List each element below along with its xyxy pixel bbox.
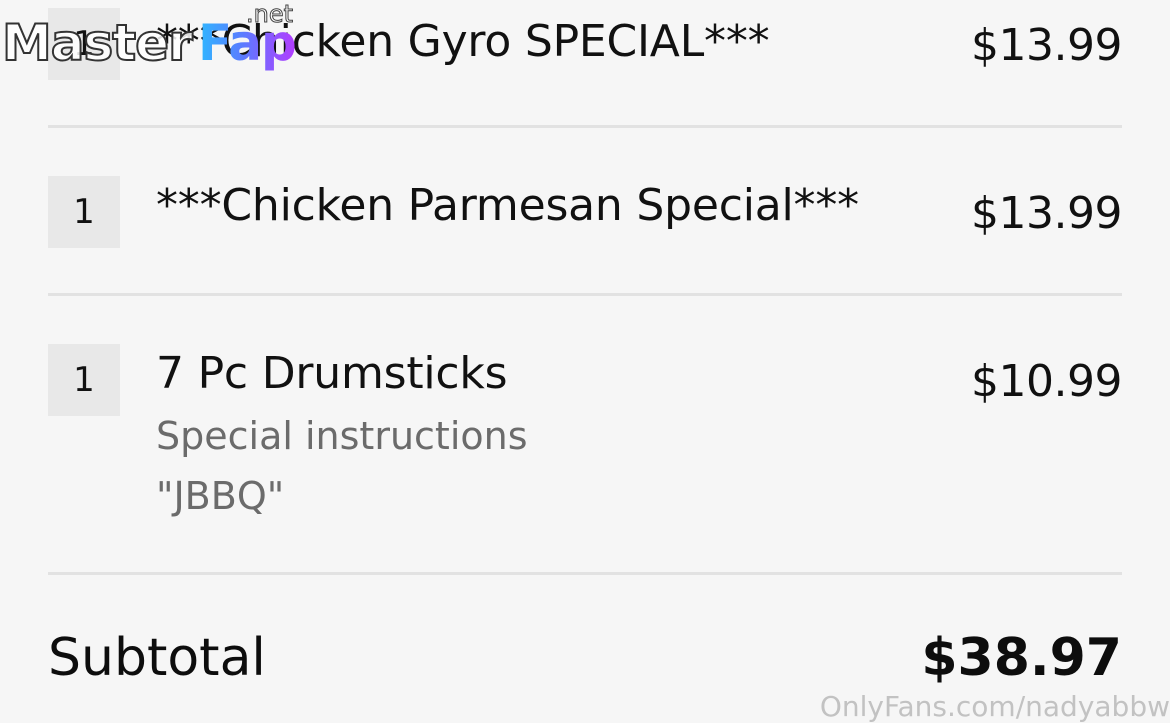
special-instructions-value: "JBBQ" bbox=[156, 474, 285, 518]
list-item[interactable]: 1 7 Pc Drumsticks $10.99 Special instruc… bbox=[48, 344, 1122, 524]
item-price: $10.99 bbox=[971, 356, 1122, 407]
divider bbox=[48, 293, 1122, 296]
subtotal-label: Subtotal bbox=[48, 628, 266, 688]
divider bbox=[48, 572, 1122, 575]
watermark-logo-part1: Master bbox=[1, 13, 194, 73]
item-price: $13.99 bbox=[971, 188, 1122, 239]
quantity-value: 1 bbox=[73, 192, 95, 232]
quantity-box[interactable]: 1 bbox=[48, 176, 120, 248]
subtotal-value: $38.97 bbox=[921, 628, 1122, 688]
item-name: ***Chicken Parmesan Special*** bbox=[156, 180, 859, 231]
item-price: $13.99 bbox=[971, 20, 1122, 71]
divider bbox=[48, 125, 1122, 128]
quantity-box[interactable]: 1 bbox=[48, 344, 120, 416]
special-instructions-label: Special instructions bbox=[156, 414, 528, 458]
list-item[interactable]: 1 ***Chicken Parmesan Special*** $13.99 bbox=[48, 176, 1122, 248]
item-name: 7 Pc Drumsticks bbox=[156, 348, 508, 399]
watermark-url: OnlyFans.com/nadyabbw bbox=[819, 690, 1170, 723]
order-summary-panel: 1 ***Chicken Gyro SPECIAL*** $13.99 1 **… bbox=[0, 0, 1170, 723]
watermark-logo-part3: .net bbox=[245, 0, 294, 29]
watermark-logo: Master Fap .net bbox=[1, 0, 312, 86]
quantity-value: 1 bbox=[73, 360, 95, 400]
